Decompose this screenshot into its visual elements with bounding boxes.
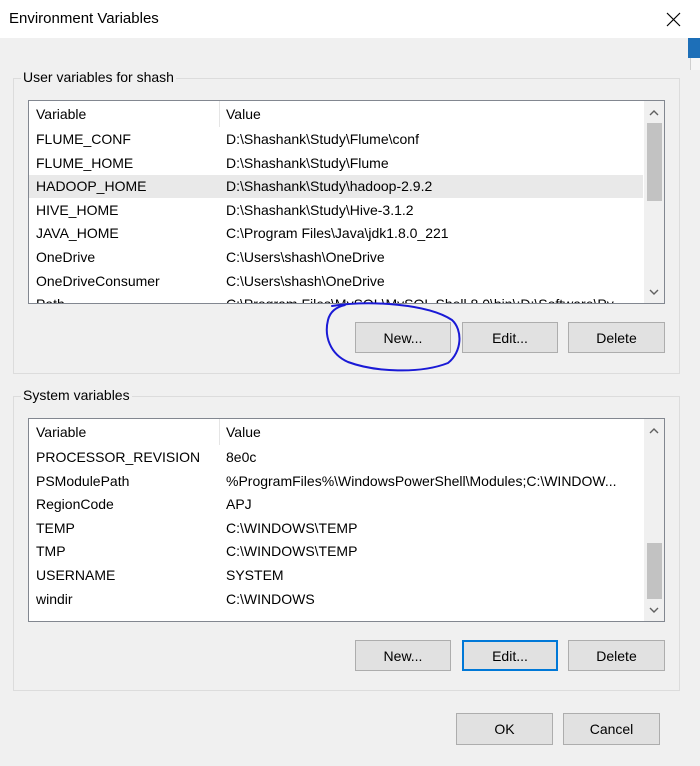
column-header-value[interactable]: Value bbox=[226, 106, 261, 122]
variable-name-cell: PROCESSOR_REVISION bbox=[36, 449, 201, 465]
variable-name-cell: OneDrive bbox=[36, 249, 96, 265]
variable-name-cell: HADOOP_HOME bbox=[36, 178, 147, 195]
window-title: Environment Variables bbox=[9, 10, 159, 27]
table-row[interactable]: FLUME_HOME D:\Shashank\Study\Flume bbox=[29, 152, 643, 175]
chevron-down-icon bbox=[649, 607, 659, 613]
scroll-down-button[interactable] bbox=[644, 601, 664, 619]
table-row[interactable]: RegionCode APJ bbox=[29, 493, 643, 516]
variable-value-cell: SYSTEM bbox=[226, 567, 284, 583]
system-variables-list[interactable]: Variable Value PROCESSOR_REVISION 8e0c PSM… bbox=[28, 418, 665, 622]
column-header-variable[interactable]: Variable bbox=[36, 106, 86, 122]
variable-name-cell: Path bbox=[36, 296, 65, 303]
scrollbar-thumb[interactable] bbox=[647, 543, 662, 599]
table-row[interactable]: HADOOP_HOME D:\Shashank\Study\hadoop-2.9.… bbox=[29, 175, 643, 199]
variable-value-cell: C:\Users\shash\OneDrive bbox=[226, 249, 385, 265]
column-divider[interactable] bbox=[219, 419, 220, 445]
table-row[interactable]: TEMP C:\WINDOWS\TEMP bbox=[29, 517, 643, 540]
variable-name-cell: USERNAME bbox=[36, 567, 116, 583]
variable-value-cell: D:\Shashank\Study\hadoop-2.9.2 bbox=[226, 178, 433, 195]
scroll-up-button[interactable] bbox=[644, 104, 664, 122]
variable-value-cell: APJ bbox=[226, 496, 252, 513]
table-row[interactable]: JAVA_HOME C:\Program Files\Java\jdk1.8.0_… bbox=[29, 222, 643, 245]
table-row[interactable]: PROCESSOR_REVISION 8e0c bbox=[29, 446, 643, 469]
variable-name-cell: TMP bbox=[36, 543, 66, 560]
variable-name-cell: OneDriveConsumer bbox=[36, 272, 160, 289]
title-bar: Environment Variables bbox=[0, 0, 700, 38]
variable-value-cell: C:\WINDOWS bbox=[226, 590, 315, 607]
variable-name-cell: FLUME_HOME bbox=[36, 154, 134, 171]
close-icon bbox=[666, 12, 680, 26]
chevron-up-icon bbox=[649, 428, 659, 434]
vertical-scrollbar[interactable] bbox=[644, 101, 664, 303]
table-row[interactable]: Path C:\Program Files\MySQL\MySQL Shell 8… bbox=[29, 293, 643, 303]
variable-name-cell: PSModulePath bbox=[36, 472, 130, 489]
user-delete-button[interactable]: Delete bbox=[568, 322, 665, 353]
variable-value-cell: C:\Users\shash\OneDrive bbox=[226, 272, 385, 289]
variable-value-cell: C:\Program Files\Java\jdk1.8.0_221 bbox=[226, 225, 449, 242]
table-row[interactable]: HIVE_HOME D:\Shashank\Study\Hive-3.1.2 bbox=[29, 199, 643, 222]
scroll-down-button[interactable] bbox=[644, 283, 664, 301]
list-header: Variable Value bbox=[29, 419, 664, 445]
table-row[interactable]: PSModulePath %ProgramFiles%\WindowsPowerS… bbox=[29, 470, 643, 493]
vertical-scrollbar[interactable] bbox=[644, 419, 664, 621]
column-divider[interactable] bbox=[219, 101, 220, 127]
background-window-edge bbox=[688, 38, 700, 58]
variable-name-cell: FLUME_CONF bbox=[36, 131, 131, 147]
system-variables-label: System variables bbox=[21, 387, 132, 403]
close-button[interactable] bbox=[650, 0, 696, 38]
table-row[interactable]: TMP C:\WINDOWS\TEMP bbox=[29, 540, 643, 563]
variable-value-cell: C:\WINDOWS\TEMP bbox=[226, 543, 358, 560]
variable-name-cell: TEMP bbox=[36, 519, 75, 536]
variable-name-cell: windir bbox=[36, 590, 73, 607]
ok-button[interactable]: OK bbox=[456, 713, 553, 745]
table-row[interactable]: FLUME_CONF D:\Shashank\Study\Flume\conf bbox=[29, 128, 643, 151]
variable-name-cell: JAVA_HOME bbox=[36, 225, 119, 242]
user-edit-button[interactable]: Edit... bbox=[462, 322, 558, 353]
scrollbar-thumb[interactable] bbox=[647, 123, 662, 201]
variable-value-cell: C:\WINDOWS\TEMP bbox=[226, 519, 358, 536]
variable-value-cell: 8e0c bbox=[226, 449, 257, 465]
variable-value-cell: C:\Program Files\MySQL\MySQL Shell 8.0\b… bbox=[226, 296, 640, 303]
list-header: Variable Value bbox=[29, 101, 664, 127]
chevron-down-icon bbox=[649, 289, 659, 295]
user-variables-list[interactable]: Variable Value FLUME_CONF D:\Shashank\Stu… bbox=[28, 100, 665, 304]
system-new-button[interactable]: New... bbox=[355, 640, 451, 671]
column-header-value[interactable]: Value bbox=[226, 424, 261, 440]
variable-value-cell: %ProgramFiles%\WindowsPowerShell\Modules… bbox=[226, 472, 617, 489]
table-row[interactable]: USERNAME SYSTEM bbox=[29, 564, 643, 587]
variable-name-cell: RegionCode bbox=[36, 496, 114, 513]
variable-name-cell: HIVE_HOME bbox=[36, 201, 119, 218]
system-edit-button[interactable]: Edit... bbox=[462, 640, 558, 671]
variable-value-cell: D:\Shashank\Study\Flume bbox=[226, 154, 389, 171]
chevron-up-icon bbox=[649, 110, 659, 116]
column-header-variable[interactable]: Variable bbox=[36, 424, 86, 440]
user-new-button[interactable]: New... bbox=[355, 322, 451, 353]
scroll-up-button[interactable] bbox=[644, 422, 664, 440]
system-delete-button[interactable]: Delete bbox=[568, 640, 665, 671]
table-row[interactable]: OneDrive C:\Users\shash\OneDrive bbox=[29, 246, 643, 269]
cancel-button[interactable]: Cancel bbox=[563, 713, 660, 745]
variable-value-cell: D:\Shashank\Study\Hive-3.1.2 bbox=[226, 201, 414, 218]
variable-value-cell: D:\Shashank\Study\Flume\conf bbox=[226, 131, 419, 147]
table-row[interactable]: windir C:\WINDOWS bbox=[29, 588, 643, 611]
background-window-edge bbox=[690, 58, 700, 70]
user-variables-label: User variables for shash bbox=[21, 69, 176, 85]
table-row[interactable]: OneDriveConsumer C:\Users\shash\OneDrive bbox=[29, 270, 643, 293]
